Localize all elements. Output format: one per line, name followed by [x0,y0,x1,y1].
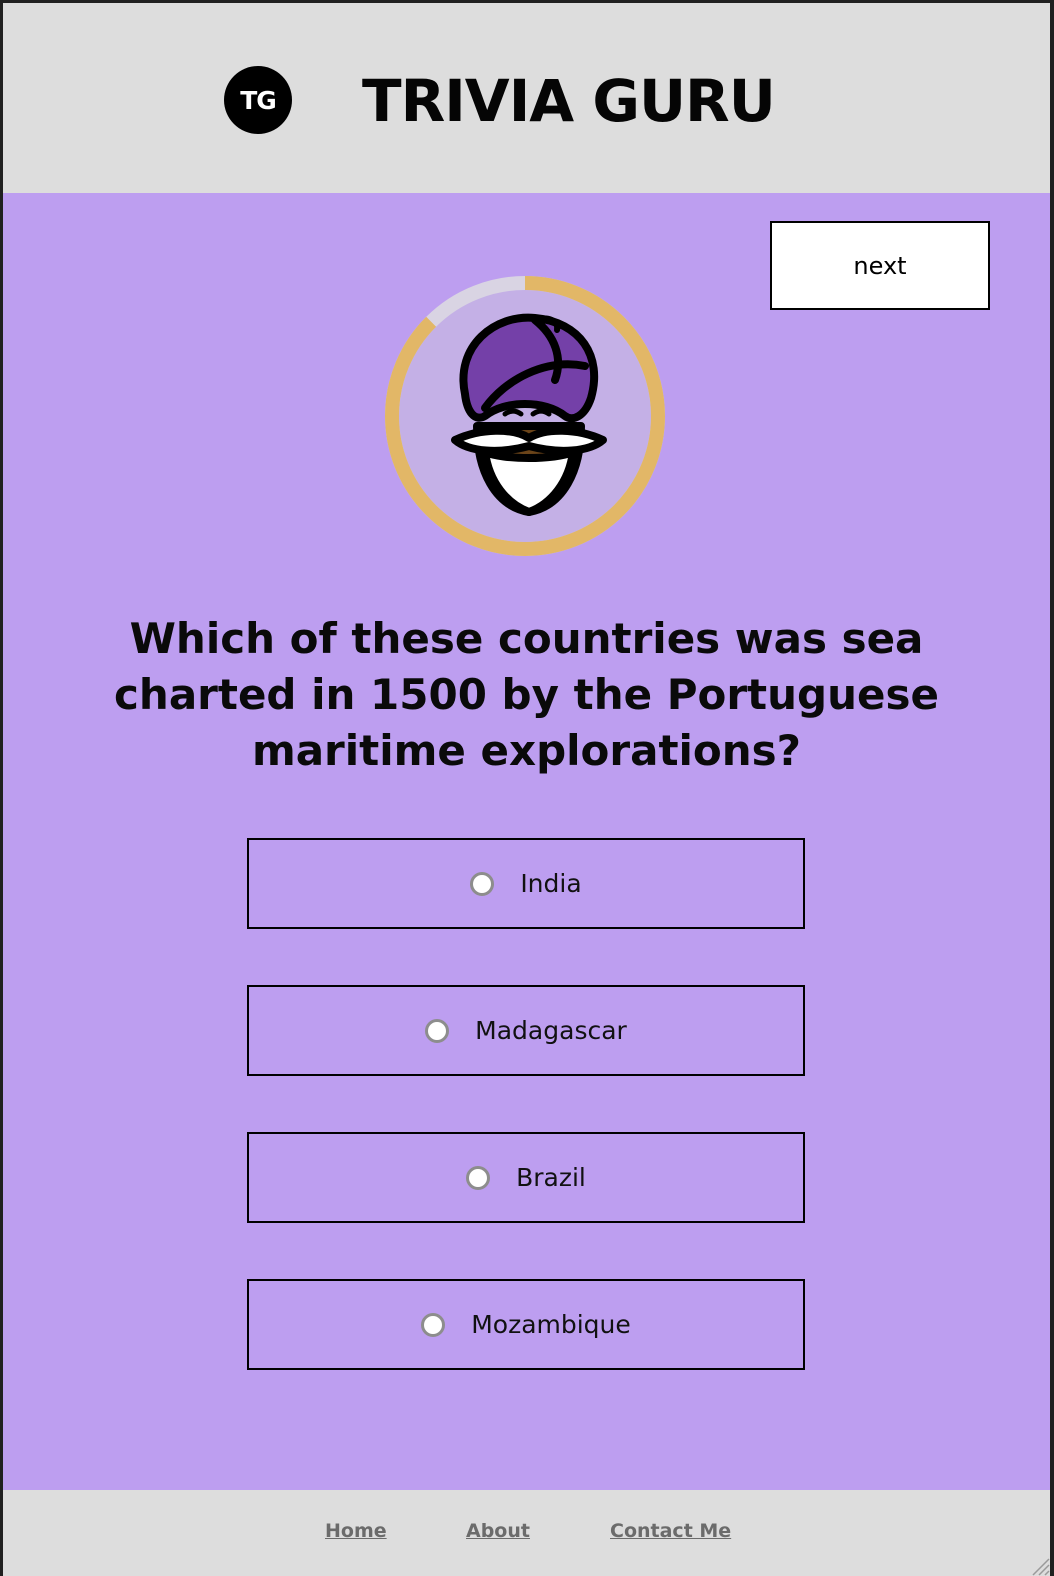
radio-button[interactable] [466,1165,491,1190]
radio-button[interactable] [421,1312,446,1337]
quiz-panel: next Which of these countries was sea ch… [3,193,1050,1490]
footer-link-about[interactable]: About [466,1520,530,1542]
footer-link-home[interactable]: Home [325,1520,387,1542]
answer-option-brazil[interactable]: Brazil [247,1132,805,1223]
site-header: TG TRIVIA GURU [3,3,1050,193]
answer-label: Mozambique [471,1310,631,1339]
next-button[interactable]: next [770,221,990,310]
site-footer: Home About Contact Me [3,1490,1050,1576]
answer-option-mozambique[interactable]: Mozambique [247,1279,805,1370]
question-text: Which of these countries was sea charted… [114,614,939,775]
browser-viewport: TG TRIVIA GURU next Which of these count… [3,3,1050,1576]
answer-label: India [520,869,582,898]
answer-label: Brazil [516,1163,586,1192]
radio-button[interactable] [470,871,495,896]
resize-grip-icon[interactable] [1028,1554,1050,1576]
site-logo[interactable]: TG [224,66,292,134]
answer-label: Madagascar [475,1016,627,1045]
countdown-timer [385,276,665,556]
answer-option-madagascar[interactable]: Madagascar [247,985,805,1076]
answer-option-india[interactable]: India [247,838,805,929]
site-title: TRIVIA GURU [362,67,776,135]
footer-link-contact[interactable]: Contact Me [610,1520,731,1542]
radio-button[interactable] [425,1018,450,1043]
